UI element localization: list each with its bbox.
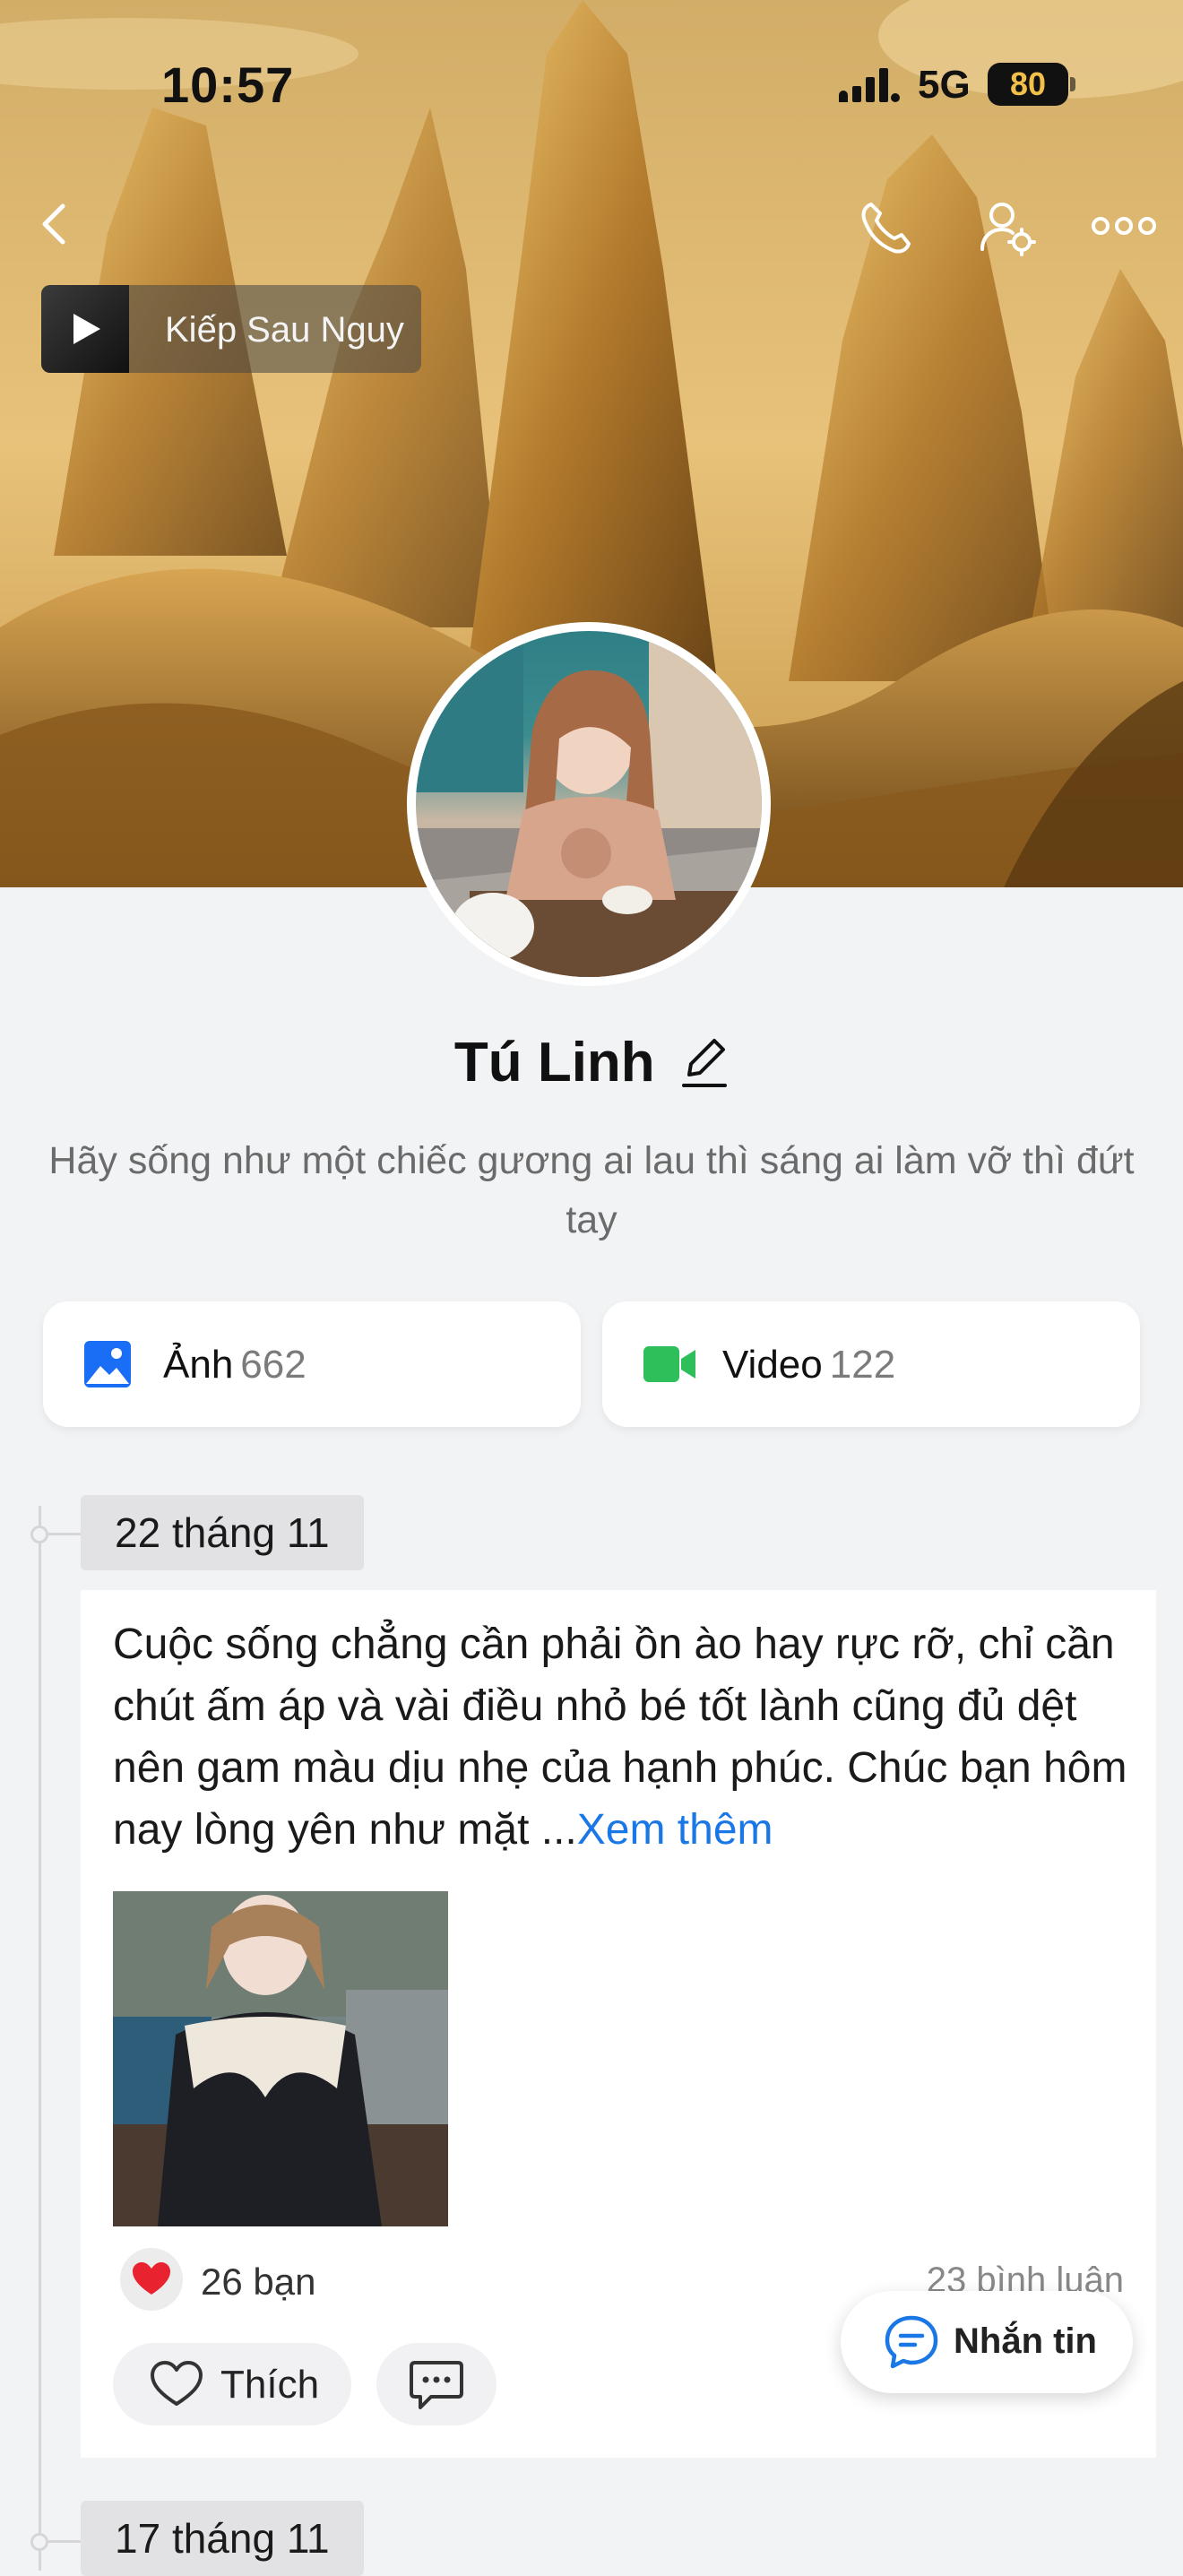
phone-icon[interactable] [857, 199, 914, 256]
more-dots-icon[interactable] [1092, 213, 1156, 238]
like-button[interactable]: Thích [113, 2343, 351, 2425]
post-image[interactable] [113, 1891, 448, 2226]
avatar-image [416, 631, 762, 977]
timeline-date: 17 tháng 11 [81, 2501, 364, 2576]
music-title: Kiếp Sau Nguy [165, 310, 404, 350]
pencil-icon[interactable] [678, 1035, 729, 1091]
music-player[interactable]: Kiếp Sau Nguy [41, 285, 421, 373]
signal-icon [839, 68, 900, 102]
profile-name: Tú Linh [453, 1032, 655, 1094]
photos-button[interactable]: Ảnh 662 [43, 1301, 581, 1427]
network-label: 5G [918, 63, 971, 107]
post-text: Cuộc sống chẳng cần phải ồn ào hay rực r… [113, 1613, 1135, 1861]
timeline-dot [30, 2533, 48, 2551]
photos-label: Ảnh 662 [163, 1343, 307, 1387]
timeline-dot [30, 1526, 48, 1543]
battery-indicator: 80 [988, 63, 1068, 106]
reactions-count: 26 bạn [201, 2260, 316, 2303]
comment-icon [410, 2361, 463, 2409]
message-label: Nhắn tin [954, 2321, 1097, 2361]
photos-count: 662 [240, 1343, 307, 1387]
message-button[interactable]: Nhắn tin [841, 2291, 1133, 2393]
chat-bubble-icon [885, 2315, 938, 2369]
heart-icon [133, 2262, 170, 2295]
heart-bubble [120, 2248, 183, 2311]
videos-count: 122 [829, 1343, 896, 1387]
status-time: 10:57 [161, 56, 295, 113]
video-camera-icon [643, 1346, 695, 1382]
comment-button[interactable] [376, 2343, 497, 2425]
chevron-left-icon[interactable] [32, 199, 82, 249]
videos-label: Video 122 [722, 1343, 896, 1387]
status-bar: 10:57 5G 80 [0, 0, 1183, 170]
see-more-link[interactable]: Xem thêm [577, 1806, 773, 1854]
videos-button[interactable]: Video 122 [602, 1301, 1140, 1427]
play-icon[interactable] [70, 312, 102, 346]
timeline-line [39, 1506, 41, 2571]
profile-bio: Hãy sống như một chiếc gương ai lau thì … [48, 1139, 1135, 1241]
image-icon [84, 1341, 131, 1387]
profile-name-row: Tú Linh [0, 1031, 1183, 1094]
battery-tip [1070, 77, 1075, 91]
user-settings-icon[interactable] [977, 197, 1040, 260]
avatar[interactable] [407, 622, 771, 986]
timeline-date: 22 tháng 11 [81, 1495, 364, 1570]
heart-outline-icon [151, 2361, 203, 2406]
music-thumbnail [41, 285, 129, 373]
like-label: Thích [220, 2363, 320, 2407]
